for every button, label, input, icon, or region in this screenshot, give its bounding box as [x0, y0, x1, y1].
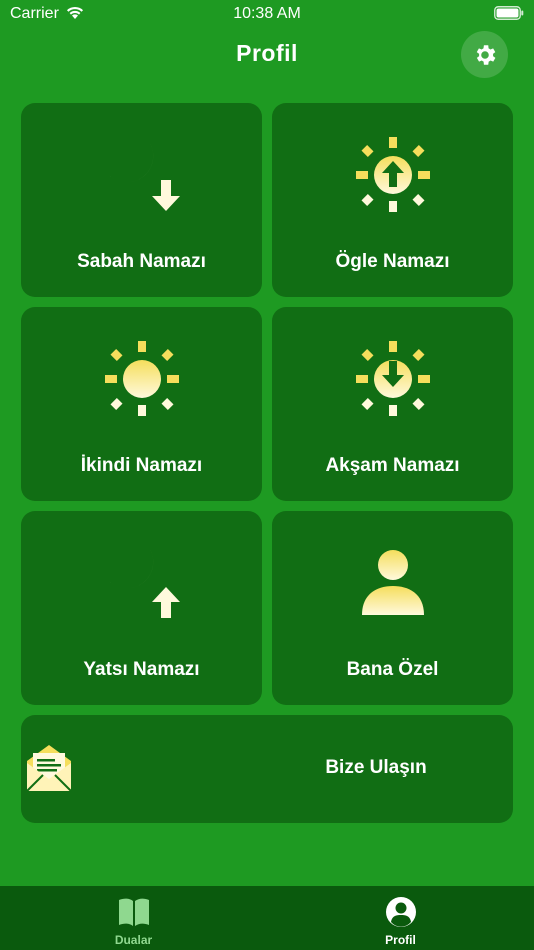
tab-bar: Dualar Profil — [0, 886, 534, 950]
tab-label: Profil — [385, 933, 416, 947]
person-circle-icon — [385, 897, 416, 927]
settings-button[interactable] — [461, 31, 508, 78]
sun-icon — [104, 341, 179, 416]
moon-up-arrow-icon — [106, 545, 180, 618]
card-label: Bana Özel — [346, 659, 439, 680]
card-ogle-namazi[interactable]: Ögle Namazı — [272, 103, 513, 297]
moon-down-arrow-icon — [106, 139, 180, 211]
tab-dualar[interactable]: Dualar — [0, 886, 267, 950]
card-label: Sabah Namazı — [77, 251, 206, 272]
card-aksam-namazi[interactable]: Akşam Namazı — [272, 307, 513, 501]
status-bar: Carrier 10:38 AM — [0, 0, 534, 30]
card-label: Yatsı Namazı — [83, 659, 200, 680]
sun-up-arrow-icon — [355, 137, 430, 212]
person-icon — [361, 550, 424, 615]
sun-down-arrow-icon — [355, 341, 430, 416]
contact-us-label: Bize Ulaşın — [325, 757, 427, 778]
card-label: İkindi Namazı — [80, 455, 203, 476]
card-ikindi-namazi[interactable]: İkindi Namazı — [21, 307, 262, 501]
contact-us-card[interactable]: Bize Ulaşın — [21, 715, 513, 823]
battery-icon — [494, 6, 524, 20]
page-title: Profil — [236, 40, 298, 66]
book-icon — [118, 898, 149, 926]
tab-label: Dualar — [114, 933, 153, 947]
card-sabah-namazi[interactable]: Sabah Namazı — [21, 103, 262, 297]
envelope-letter-icon — [26, 745, 72, 792]
card-bana-ozel[interactable]: Bana Özel — [272, 511, 513, 705]
card-label: Akşam Namazı — [325, 455, 460, 476]
status-time: 10:38 AM — [233, 5, 301, 22]
card-label: Ögle Namazı — [335, 251, 450, 272]
tab-profil[interactable]: Profil — [267, 886, 534, 950]
card-yatsi-namazi[interactable]: Yatsı Namazı — [21, 511, 262, 705]
gear-icon — [476, 44, 495, 65]
